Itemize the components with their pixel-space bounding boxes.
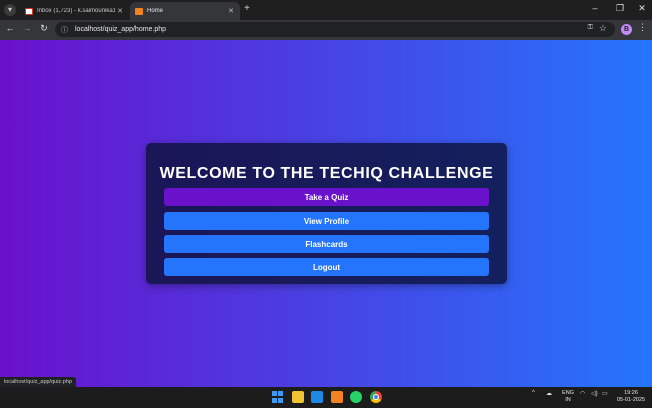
- password-key-icon[interactable]: ⚿: [588, 24, 593, 32]
- lang-text: ENG: [562, 390, 574, 396]
- language-indicator[interactable]: ENG IN: [560, 390, 576, 404]
- new-tab-button[interactable]: +: [244, 3, 250, 14]
- windows-start-icon[interactable]: [272, 391, 284, 403]
- tab-gmail[interactable]: Inbox (1,723) - k.saimounika17@g ✕: [20, 2, 129, 20]
- tab-label: Inbox (1,723) - k.saimounika17@g: [37, 8, 115, 14]
- flashcards-button[interactable]: Flashcards: [164, 235, 489, 253]
- tab-search-button[interactable]: ▾: [4, 4, 16, 16]
- battery-icon[interactable]: ▭: [602, 390, 608, 397]
- minimize-icon[interactable]: –: [588, 3, 602, 13]
- site-info-icon[interactable]: ⓘ: [61, 25, 71, 35]
- menu-icon[interactable]: ⋮: [638, 22, 647, 33]
- restore-icon[interactable]: ❐: [613, 3, 627, 14]
- close-window-icon[interactable]: ✕: [635, 3, 649, 14]
- reload-icon[interactable]: ↻: [38, 23, 50, 34]
- cloud-icon[interactable]: ☁: [546, 390, 552, 397]
- time-text: 19:26: [624, 390, 638, 396]
- tab-home[interactable]: Home ✕: [130, 2, 240, 20]
- view-profile-button[interactable]: View Profile: [164, 212, 489, 230]
- clock[interactable]: 19:26 05-01-2025: [612, 390, 650, 404]
- file-explorer-icon[interactable]: [292, 391, 304, 403]
- url-text: localhost/quiz_app/home.php: [75, 26, 167, 33]
- date-text: 05-01-2025: [616, 397, 646, 403]
- region-text: IN: [565, 397, 571, 403]
- taskbar: ^ ☁ ENG IN ◠ ◁) ▭ 19:26 05-01-2025: [0, 387, 652, 408]
- browser-toolbar: ← → ↻ ⓘ localhost/quiz_app/home.php ⚿ ☆: [0, 20, 652, 40]
- page-background: WELCOME TO THE TECHIQ CHALLENGE Take a Q…: [0, 40, 652, 387]
- chevron-up-icon[interactable]: ^: [532, 390, 535, 396]
- xampp-icon[interactable]: [331, 391, 343, 403]
- volume-icon[interactable]: ◁): [591, 390, 598, 397]
- xampp-icon: [135, 7, 143, 15]
- take-quiz-button[interactable]: Take a Quiz: [164, 188, 489, 206]
- wifi-icon[interactable]: ◠: [580, 390, 585, 397]
- profile-avatar[interactable]: B: [621, 24, 632, 35]
- link-status-bar: localhost/quiz_app/quiz.php: [0, 377, 76, 387]
- vscode-icon[interactable]: [311, 391, 323, 403]
- close-icon[interactable]: ✕: [115, 7, 125, 15]
- address-bar[interactable]: ⓘ localhost/quiz_app/home.php ⚿ ☆: [55, 22, 615, 37]
- whatsapp-icon[interactable]: [350, 391, 362, 403]
- forward-icon[interactable]: →: [21, 23, 33, 33]
- gmail-icon: [25, 7, 33, 15]
- back-icon[interactable]: ←: [4, 23, 16, 33]
- logout-button[interactable]: Logout: [164, 258, 489, 276]
- page-title: WELCOME TO THE TECHIQ CHALLENGE: [159, 165, 494, 182]
- chrome-icon[interactable]: [370, 391, 382, 403]
- tab-label: Home: [147, 8, 164, 14]
- tab-strip: ▾ Inbox (1,723) - k.saimounika17@g ✕ Hom…: [0, 0, 652, 20]
- bookmark-star-icon[interactable]: ☆: [599, 23, 607, 34]
- close-icon[interactable]: ✕: [226, 7, 236, 15]
- welcome-card: WELCOME TO THE TECHIQ CHALLENGE Take a Q…: [146, 143, 507, 284]
